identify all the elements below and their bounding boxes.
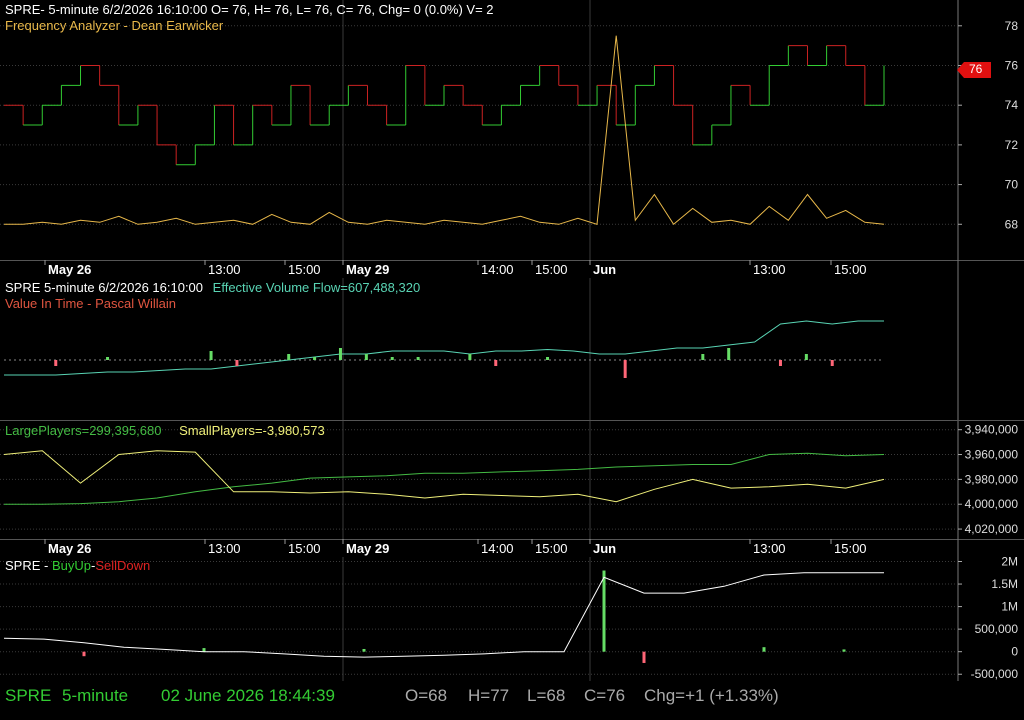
- y-tick-label-3: 74: [1005, 98, 1019, 112]
- y-tick-label-3: 500,000: [975, 622, 1019, 636]
- value-in-time-bar-9: [235, 360, 239, 366]
- value-in-time-bar-21: [546, 357, 550, 360]
- buyup-prefix: SPRE -: [5, 558, 52, 573]
- status-change: Chg=+1 (+1.33%): [644, 686, 779, 705]
- date-tick-2: 15:00: [288, 541, 321, 556]
- date-axis-bottom: May 26 13:00 15:00 May 29 14:00 15:00 Jun 13:00…: [0, 539, 1024, 557]
- vif-indicator-name: Value In Time - Pascal Willain: [5, 296, 176, 311]
- date-tick-4: 14:00: [481, 541, 514, 556]
- indicator-name: Frequency Analyzer - Dean Earwicker: [5, 18, 224, 33]
- date-tick-5: 15:00: [535, 262, 568, 277]
- buyup-selldown-line: [3, 572, 884, 658]
- date-axis-bottom-labels: May 26 13:00 15:00 May 29 14:00 15:00 Jun 13:00…: [44, 539, 959, 557]
- value-in-time-bar-4: [106, 357, 110, 360]
- buyup-header: SPRE - BuyUp-SellDown: [5, 558, 150, 573]
- date-tick-2: 15:00: [288, 262, 321, 277]
- players-chart[interactable]: 3,940,000 3,960,000 3,980,000 4,000,000 4,02…: [0, 421, 1024, 539]
- volume-flow-pane[interactable]: SPRE 5-minute 6/2/2026 16:10:00 Effectiv…: [0, 278, 1024, 421]
- value-in-time-bar-15: [390, 357, 394, 360]
- status-symbol: SPRE: [5, 686, 52, 705]
- status-datetime: 02 June 2026 18:44:39: [161, 686, 335, 705]
- value-in-time-bar-13: [338, 348, 342, 360]
- y-tick-label-2: 72: [1005, 138, 1019, 152]
- value-in-time-bar-31: [804, 354, 808, 360]
- date-tick-3: May 29: [346, 262, 389, 277]
- date-tick-0: May 26: [48, 262, 91, 277]
- date-tick-5: 15:00: [535, 541, 568, 556]
- date-tick-1: 13:00: [208, 262, 241, 277]
- value-in-time-bar-2: [54, 360, 58, 366]
- value-in-time-bar-16: [416, 357, 420, 360]
- vif-header: SPRE 5-minute 6/2/2026 16:10:00 Effectiv…: [5, 280, 420, 295]
- y-tick-label-4: 4,020,000: [965, 522, 1019, 536]
- buyup-bar-15: [602, 570, 606, 652]
- value-in-time-bar-24: [623, 360, 627, 378]
- value-in-time-bar-19: [494, 360, 498, 366]
- vif-header-prefix: SPRE 5-minute 6/2/2026 16:10:00: [5, 280, 204, 295]
- players-pane[interactable]: 3,940,000 3,960,000 3,980,000 4,000,000 4,02…: [0, 421, 1024, 540]
- price-header: SPRE- 5-minute 6/2/2026 16:10:00 O= 76, …: [5, 2, 494, 17]
- y-tick-label-1: 3,960,000: [965, 448, 1019, 462]
- date-tick-4: 14:00: [481, 262, 514, 277]
- value-in-time-bar-12: [313, 357, 317, 360]
- vif-header-flow: Effective Volume Flow=607,488,320: [212, 280, 421, 295]
- small-players-line: [3, 450, 885, 503]
- last-price-badge: 76: [957, 62, 991, 78]
- date-tick-6: Jun: [593, 262, 616, 277]
- y-tick-label-2: 1M: [1001, 600, 1018, 614]
- value-in-time-bar-28: [727, 348, 731, 360]
- buyup-bar-2: [82, 651, 86, 657]
- y-tick-label-2: 3,980,000: [965, 472, 1019, 486]
- buyup-selldown-pane[interactable]: 2M 1.5M 1M 500,000 0 -500,000 SPRE - BuyUp-Se…: [0, 557, 1024, 682]
- value-in-time-bar-30: [778, 360, 782, 366]
- y-tick-label-0: 2M: [1001, 557, 1018, 569]
- date-tick-7: 13:00: [753, 262, 786, 277]
- buyup-bar-19: [762, 647, 766, 652]
- value-in-time-bar-8: [209, 351, 213, 360]
- value-in-time-bar-27: [701, 354, 705, 360]
- y-tick-label-0: 3,940,000: [965, 423, 1019, 437]
- status-bar: SPRE 5-minute 02 June 2026 18:44:39 O=68…: [0, 681, 1024, 720]
- players-header: LargePlayers=299,395,680 SmallPlayers=-3…: [5, 423, 325, 438]
- status-high: H=77: [468, 686, 510, 705]
- y-tick-label-1: 1.5M: [991, 577, 1018, 591]
- buyup-bar-9: [362, 648, 366, 652]
- status-close: C=76: [584, 686, 626, 705]
- effective-volume-flow-line: [4, 320, 884, 376]
- price-pane[interactable]: 68 70 72 74 76 78 SPRE- 5-minute 6/2/2026 16:…: [0, 0, 1024, 261]
- y-tick-label-5: -500,000: [971, 667, 1019, 681]
- y-tick-label-5: 78: [1005, 19, 1019, 33]
- date-axis-top: May 26 13:00 15:00 May 29 14:00 15:00 Jun 13:00…: [0, 260, 1024, 278]
- buyup-bar-21: [842, 649, 846, 652]
- status-low: L=68: [527, 686, 566, 705]
- frequency-analyzer-line: [4, 35, 885, 226]
- date-tick-8: 15:00: [834, 262, 867, 277]
- buyup-selldown-chart[interactable]: 2M 1.5M 1M 500,000 0 -500,000: [0, 557, 1024, 681]
- date-tick-1: 13:00: [208, 541, 241, 556]
- value-in-time-bar-18: [468, 354, 472, 360]
- selldown-label: SellDown: [95, 558, 151, 573]
- status-interval: 5-minute: [62, 686, 129, 705]
- date-tick-0: May 26: [48, 541, 91, 556]
- large-players-value: LargePlayers=299,395,680: [5, 423, 162, 438]
- y-tick-label-3: 4,000,000: [965, 497, 1019, 511]
- date-axis-top-labels: May 26 13:00 15:00 May 29 14:00 15:00 Jun 13:00…: [44, 260, 959, 278]
- price-chart[interactable]: 68 70 72 74 76 78: [0, 0, 1024, 260]
- value-in-time-bar-32: [830, 360, 834, 366]
- value-in-time-bar-11: [287, 354, 291, 360]
- value-in-time-bar-14: [364, 354, 368, 360]
- buyup-label: BuyUp: [51, 558, 91, 573]
- y-tick-label-4: 76: [1005, 58, 1019, 72]
- date-tick-8: 15:00: [834, 541, 867, 556]
- y-tick-label-4: 0: [1011, 645, 1018, 659]
- date-tick-7: 13:00: [753, 541, 786, 556]
- date-tick-3: May 29: [346, 541, 389, 556]
- small-players-value: SmallPlayers=-3,980,573: [179, 423, 325, 438]
- y-tick-label-1: 70: [1005, 178, 1019, 192]
- date-tick-6: Jun: [593, 541, 616, 556]
- status-open: O=68: [405, 686, 448, 705]
- y-tick-label-0: 68: [1005, 217, 1019, 231]
- buyup-bar-16: [642, 651, 646, 663]
